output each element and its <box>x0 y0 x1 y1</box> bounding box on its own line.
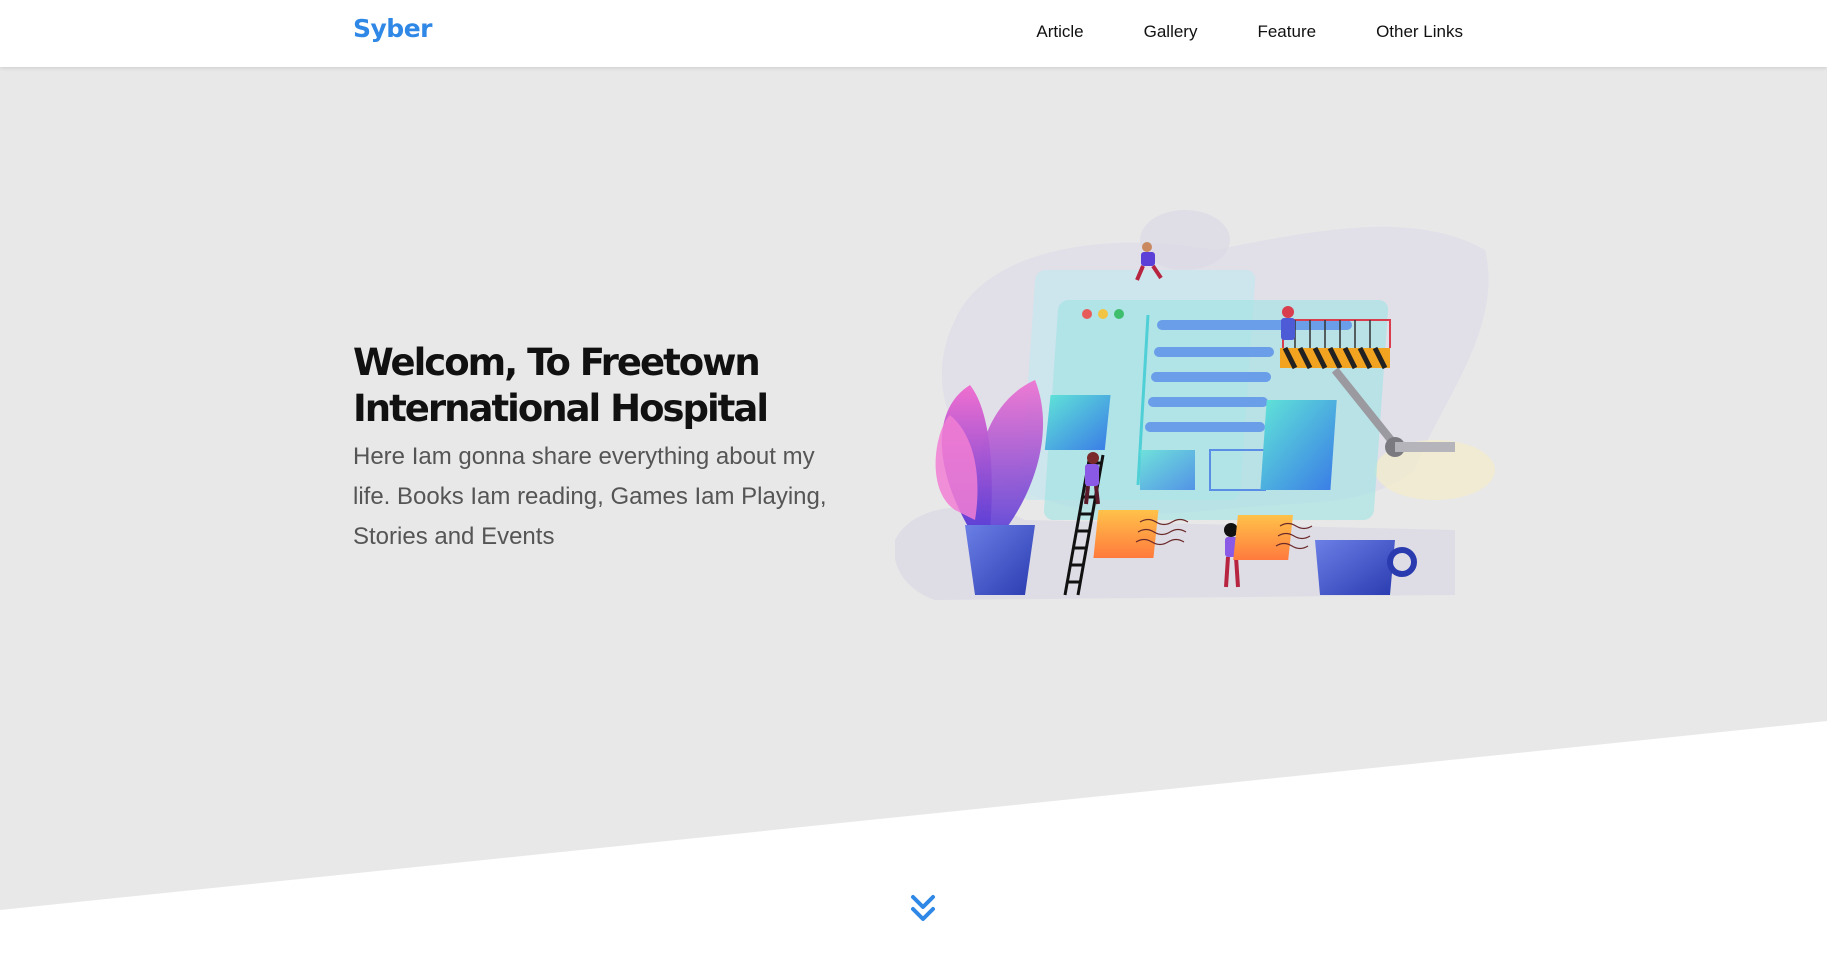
brand-logo[interactable]: Syber <box>353 14 432 43</box>
hero-description: Here Iam gonna share everything about my… <box>353 443 827 550</box>
hero-title: Welcom, To Freetown International Hospit… <box>353 341 769 430</box>
nav-article[interactable]: Article <box>1036 20 1083 44</box>
browser-windows <box>1020 270 1389 520</box>
nav-feature[interactable]: Feature <box>1257 20 1316 44</box>
navbar: Syber Article Gallery Feature Other Link… <box>0 0 1827 67</box>
nav-links: Article Gallery Feature Other Links <box>976 20 1463 44</box>
nav-other-links[interactable]: Other Links <box>1376 20 1463 44</box>
hero-illustration <box>895 210 1495 600</box>
double-chevron-down-icon[interactable] <box>908 893 938 925</box>
nav-gallery[interactable]: Gallery <box>1144 20 1198 44</box>
